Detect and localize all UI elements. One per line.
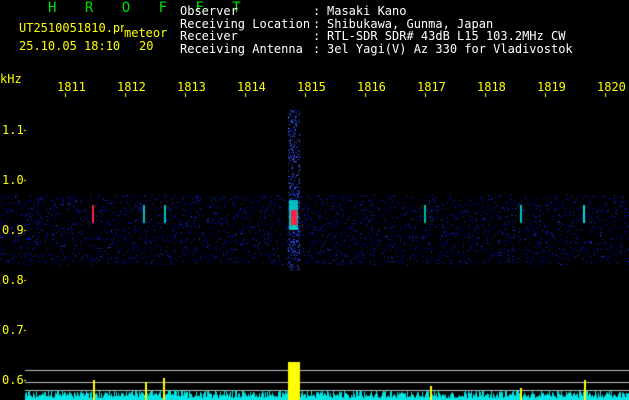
info-separator: : <box>313 29 321 43</box>
x-tick-label: 1813 <box>177 80 205 94</box>
info-separator: : <box>313 41 321 56</box>
file-name: UT2510051810.png <box>19 22 124 34</box>
info-label: Receiving Location <box>180 16 311 31</box>
y-tick-label: 0.7 <box>2 323 24 337</box>
mode-label: meteor <box>124 26 168 40</box>
info-label: Observer <box>180 4 238 18</box>
y-tick-label: 1.1 <box>2 123 24 137</box>
info-label: Receiver <box>180 29 238 43</box>
x-tick-label: 1812 <box>117 80 145 94</box>
y-tick-label: 0.9 <box>2 223 24 237</box>
x-tick-label: 1819 <box>537 80 565 94</box>
info-value: 3el Yagi(V) Az 330 for Vladivostok <box>327 41 573 56</box>
info-value: Shibukawa, Gunma, Japan <box>327 16 494 31</box>
info-label: Receiving Antenna <box>180 41 303 56</box>
x-tick-label: 1820 <box>597 80 626 94</box>
x-tick-label: 1815 <box>297 80 325 94</box>
info-separator: : <box>313 16 321 31</box>
x-tick-label: 1817 <box>417 80 445 94</box>
y-tick-label: 1.0 <box>2 173 24 187</box>
y-tick-label: 0.8 <box>2 273 24 287</box>
x-tick-label: 1816 <box>357 80 385 94</box>
y-tick-label: 0.6 <box>2 373 24 387</box>
x-tick-label: 1811 <box>57 80 85 94</box>
count: 20 <box>139 39 154 53</box>
info-separator: : <box>313 4 321 18</box>
x-tick-label: 1818 <box>477 80 505 94</box>
x-unit: kHz <box>0 72 22 86</box>
info-value: RTL-SDR SDR# 43dB L15 103.2MHz CW <box>327 29 566 43</box>
x-tick-label: 1814 <box>237 80 265 94</box>
info-value: Masaki Kano <box>327 4 407 18</box>
spectrogram <box>0 0 629 400</box>
date-time: 25.10.05 18:10 <box>19 39 121 53</box>
hrofft-window: H R O F F T UT2510051810.png meteor 25.1… <box>0 0 629 400</box>
